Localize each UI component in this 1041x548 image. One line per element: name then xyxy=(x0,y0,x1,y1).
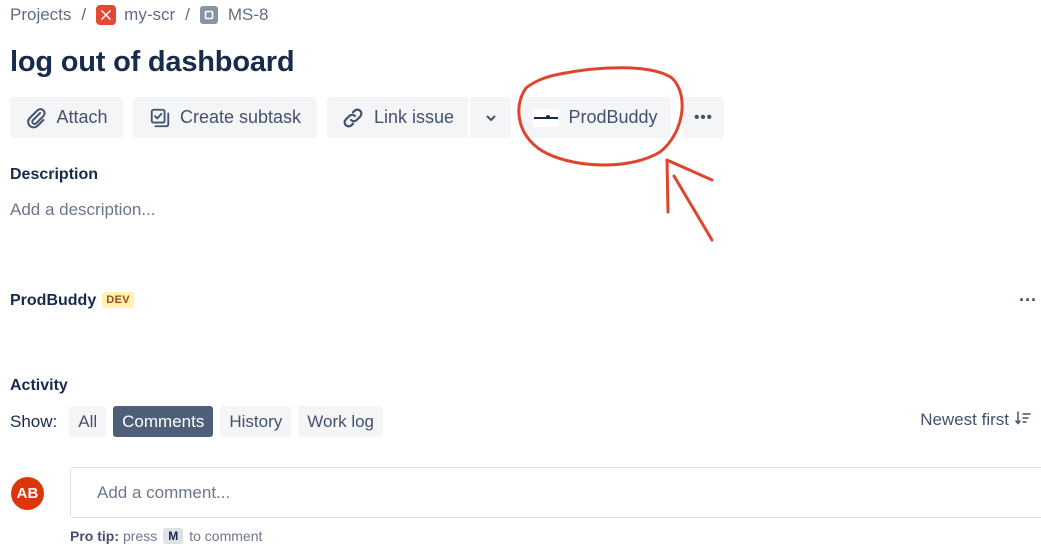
link-icon xyxy=(341,106,365,130)
attach-button[interactable]: Attach xyxy=(10,97,123,138)
pro-tip-text-after: to comment xyxy=(189,528,263,544)
prodbuddy-button[interactable]: ProdBuddy xyxy=(520,97,671,138)
filter-history[interactable]: History xyxy=(220,406,292,437)
attach-label: Attach xyxy=(56,107,108,127)
paperclip-icon xyxy=(25,107,47,129)
description-field[interactable]: Add a description... xyxy=(10,200,156,220)
project-icon xyxy=(96,5,117,25)
comment-input[interactable]: Add a comment... xyxy=(70,467,1041,518)
link-issue-dropdown[interactable] xyxy=(470,97,511,138)
breadcrumb-issue-key[interactable]: MS-8 xyxy=(228,5,269,25)
sort-button[interactable]: Newest first xyxy=(920,410,1031,430)
sort-icon xyxy=(1015,410,1031,430)
prodbuddy-panel-title: ProdBuddy xyxy=(10,292,97,309)
prodbuddy-panel-header: ProdBuddy DEV xyxy=(10,292,135,310)
breadcrumb-separator: / xyxy=(81,5,87,24)
breadcrumb-projects[interactable]: Projects xyxy=(10,5,71,25)
description-heading: Description xyxy=(10,166,99,183)
pro-tip-label: Pro tip: xyxy=(70,528,119,544)
issue-title[interactable]: log out of dashboard xyxy=(10,46,295,79)
subtask-icon xyxy=(149,107,171,129)
create-subtask-label: Create subtask xyxy=(179,107,302,127)
shortcut-key: M xyxy=(163,528,184,544)
chevron-down-icon xyxy=(485,112,497,124)
more-actions-button[interactable]: ••• xyxy=(683,97,724,138)
pro-tip-text: press xyxy=(123,528,158,544)
pro-tip: Pro tip: press M to comment xyxy=(70,528,262,544)
activity-filter-bar: Show: All Comments History Work log xyxy=(10,406,390,437)
prodbuddy-logo xyxy=(533,108,560,127)
sort-label: Newest first xyxy=(920,410,1009,429)
breadcrumb-separator: / xyxy=(185,5,190,24)
issue-type-icon xyxy=(199,6,218,24)
link-issue-button[interactable]: Link issue xyxy=(327,97,468,138)
breadcrumb-project[interactable]: my-scr xyxy=(124,5,175,25)
annotation-overlay xyxy=(517,66,714,242)
more-icon: ••• xyxy=(694,109,713,126)
show-label: Show: xyxy=(10,411,58,431)
filter-work-log[interactable]: Work log xyxy=(298,406,384,437)
breadcrumb: Projects / my-scr / MS-8 xyxy=(10,3,269,27)
annotation-arrow xyxy=(665,158,714,242)
create-subtask-button[interactable]: Create subtask xyxy=(133,97,317,138)
filter-all[interactable]: All xyxy=(69,406,107,437)
filter-comments[interactable]: Comments xyxy=(113,406,214,437)
prodbuddy-label: ProdBuddy xyxy=(568,107,658,127)
prodbuddy-panel-more-button[interactable]: ··· xyxy=(1019,290,1037,311)
avatar[interactable]: AB xyxy=(11,477,44,510)
activity-heading: Activity xyxy=(10,377,68,394)
link-issue-label: Link issue xyxy=(373,107,455,127)
dev-badge: DEV xyxy=(102,292,135,308)
